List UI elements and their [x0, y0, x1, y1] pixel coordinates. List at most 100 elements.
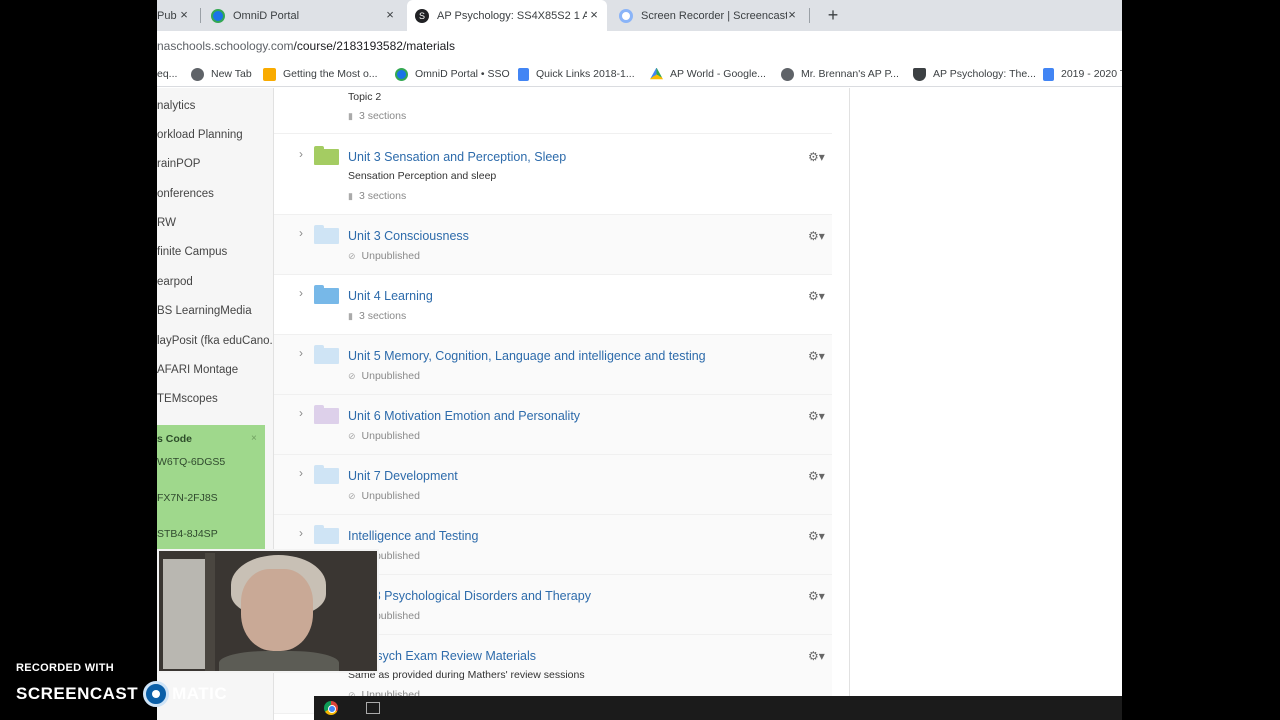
unpublished-icon: ⊘ — [348, 490, 356, 501]
unpublished-icon: ⊘ — [348, 430, 356, 441]
sidebar-item-nearpod[interactable]: earpod — [157, 276, 193, 288]
folder-meta: ▮ 3 sections — [348, 310, 406, 322]
tab-screen-recorder[interactable]: Screen Recorder | Screencast-O × — [613, 0, 805, 31]
folder-title-link[interactable]: Unit 4 Learning — [348, 289, 433, 303]
sidebar-item-analytics[interactable]: nalytics — [157, 100, 195, 112]
folder-title-link[interactable]: Unit 6 Motivation Emotion and Personalit… — [348, 409, 580, 423]
close-icon[interactable]: × — [587, 8, 601, 22]
gear-icon[interactable]: ⚙▾ — [808, 529, 825, 543]
folder-title-link[interactable]: Intelligence and Testing — [348, 529, 478, 543]
folder-row[interactable]: › Unit 7 Development ⊘ Unpublished ⚙▾ — [274, 455, 832, 515]
tab-title: AP Psychology: SS4X85S2 1 AP P — [437, 9, 587, 22]
close-icon[interactable]: × — [251, 433, 257, 444]
chrome-icon[interactable] — [324, 701, 338, 715]
tab-strip: Pub × OmniD Portal × S AP Psychology: SS… — [157, 0, 1122, 31]
sidebar-item-playposit[interactable]: layPosit (fka eduCano... — [157, 335, 273, 347]
folder-icon — [314, 285, 339, 304]
unpublished-icon: ⊘ — [348, 370, 356, 381]
chevron-right-icon[interactable]: › — [299, 466, 309, 480]
chevron-right-icon[interactable]: › — [299, 226, 309, 240]
folder-row[interactable]: › Unit 6 Motivation Emotion and Personali… — [274, 395, 832, 455]
access-code: W6TQ-6DGS5 — [157, 456, 226, 468]
close-icon[interactable]: × — [785, 8, 799, 22]
folder-meta: ⊘ Unpublished — [348, 250, 420, 262]
folder-description: Topic 2 — [348, 91, 382, 103]
meta-text: Unpublished — [361, 490, 420, 502]
folder-row[interactable]: › Unit 3 Sensation and Perception, Sleep S… — [274, 136, 832, 215]
gear-icon[interactable]: ⚙▾ — [808, 229, 825, 243]
chevron-right-icon[interactable]: › — [299, 147, 309, 161]
tab-title: Screen Recorder | Screencast-O — [641, 9, 787, 22]
bookmark-label: AP Psychology: The... — [933, 68, 1036, 80]
sidebar-item-workload-planning[interactable]: orkload Planning — [157, 129, 243, 141]
meta-text: Unpublished — [361, 250, 420, 262]
unpublished-icon: ⊘ — [348, 250, 356, 261]
folder-title-link[interactable]: Unit 8 Psychological Disorders and Thera… — [348, 589, 591, 603]
url-field[interactable]: naschools.schoology.com/course/218319358… — [157, 39, 455, 53]
bookmark-item[interactable]: Mr. Brennan's AP P... — [781, 66, 899, 82]
folder-title-link[interactable]: Unit 5 Memory, Cognition, Language and i… — [348, 349, 706, 363]
sidebar-item-pbs-learningmedia[interactable]: BS LearningMedia — [157, 305, 252, 317]
chevron-right-icon[interactable]: › — [299, 526, 309, 540]
tab-pub[interactable]: Pub × — [157, 0, 199, 31]
bookmark-label: Getting the Most o... — [283, 68, 378, 80]
gear-icon[interactable]: ⚙▾ — [808, 349, 825, 363]
shield-icon — [913, 67, 926, 81]
folder-description: Same as provided during Mathers' review … — [348, 669, 585, 681]
tab-omnid-portal[interactable]: OmniD Portal × — [205, 0, 403, 31]
bookmark-item[interactable]: Getting the Most o... — [263, 66, 378, 82]
folder-body — [314, 348, 339, 364]
chevron-right-icon[interactable]: › — [299, 286, 309, 300]
sidebar-item-conferences[interactable]: onferences — [157, 188, 214, 200]
taskbar: ⌃ ▚ — [314, 696, 1122, 720]
window-background — [163, 559, 205, 669]
new-tab-button[interactable]: + — [823, 6, 843, 26]
bookmark-label: Mr. Brennan's AP P... — [801, 68, 899, 80]
gear-icon[interactable]: ⚙▾ — [808, 289, 825, 303]
address-bar[interactable]: naschools.schoology.com/course/218319358… — [157, 31, 1122, 61]
close-icon[interactable]: × — [177, 8, 191, 22]
folder-meta: ▮ 3 sections — [348, 110, 406, 122]
bookmark-item[interactable]: AP Psychology: The... — [913, 66, 1036, 82]
bookmark-item[interactable]: Quick Links 2018-1... — [518, 66, 635, 82]
gear-icon[interactable]: ⚙▾ — [808, 649, 825, 663]
watermark-caption: RECORDED WITH — [16, 662, 115, 674]
gear-icon[interactable]: ⚙▾ — [808, 589, 825, 603]
sidebar-item-infinite-campus[interactable]: finite Campus — [157, 246, 227, 258]
bookmark-item[interactable]: eq... — [157, 66, 177, 82]
omnid-icon — [395, 67, 408, 81]
watermark-brand-part1: SCREENCAST — [16, 684, 139, 703]
folder-row[interactable]: › Unit 3 Consciousness ⊘ Unpublished ⚙▾ — [274, 215, 832, 275]
bookmark-label: Quick Links 2018-1... — [536, 68, 635, 80]
bookmark-item[interactable]: AP World - Google... — [650, 66, 766, 82]
folder-meta: ⊘ Unpublished — [348, 490, 420, 502]
chevron-right-icon[interactable]: › — [299, 406, 309, 420]
bookmark-item[interactable]: 2019 - 2020 T — [1043, 66, 1122, 82]
sidebar-item-erw[interactable]: RW — [157, 217, 176, 229]
folder-icon — [314, 465, 339, 484]
gear-icon[interactable]: ⚙▾ — [808, 409, 825, 423]
task-view-icon[interactable] — [366, 702, 380, 714]
folder-title-link[interactable]: Unit 3 Sensation and Perception, Sleep — [348, 150, 566, 164]
bookmark-item[interactable]: New Tab — [191, 66, 252, 82]
bookmark-item[interactable]: OmniD Portal • SSO — [395, 66, 510, 82]
folder-title-link[interactable]: Unit 3 Consciousness — [348, 229, 469, 243]
meta-text: 3 sections — [358, 190, 407, 202]
schoology-favicon-icon: S — [415, 8, 429, 23]
folder-row[interactable]: › Unit 5 Memory, Cognition, Language and … — [274, 335, 832, 395]
chevron-right-icon[interactable]: › — [299, 346, 309, 360]
folder-title-link[interactable]: Unit 7 Development — [348, 469, 458, 483]
folder-meta: ⊘ Unpublished — [348, 430, 420, 442]
doc-icon — [518, 67, 529, 81]
url-domain: naschools.schoology.com — [157, 39, 294, 53]
sidebar-item-safari-montage[interactable]: AFARI Montage — [157, 364, 238, 376]
access-code-panel: s Code × W6TQ-6DGS5 FX7N-2FJ8S STB4-8J4S… — [157, 425, 265, 565]
gear-icon[interactable]: ⚙▾ — [808, 150, 825, 164]
tab-ap-psychology[interactable]: S AP Psychology: SS4X85S2 1 AP P × — [407, 0, 607, 31]
sidebar-item-stemscopes[interactable]: TEMscopes — [157, 393, 218, 405]
access-code: STB4-8J4SP — [157, 528, 218, 540]
sidebar-item-brainpop[interactable]: rainPOP — [157, 158, 200, 170]
close-icon[interactable]: × — [383, 8, 397, 22]
folder-row[interactable]: › Unit 4 Learning ▮ 3 sections ⚙▾ — [274, 275, 832, 335]
gear-icon[interactable]: ⚙▾ — [808, 469, 825, 483]
